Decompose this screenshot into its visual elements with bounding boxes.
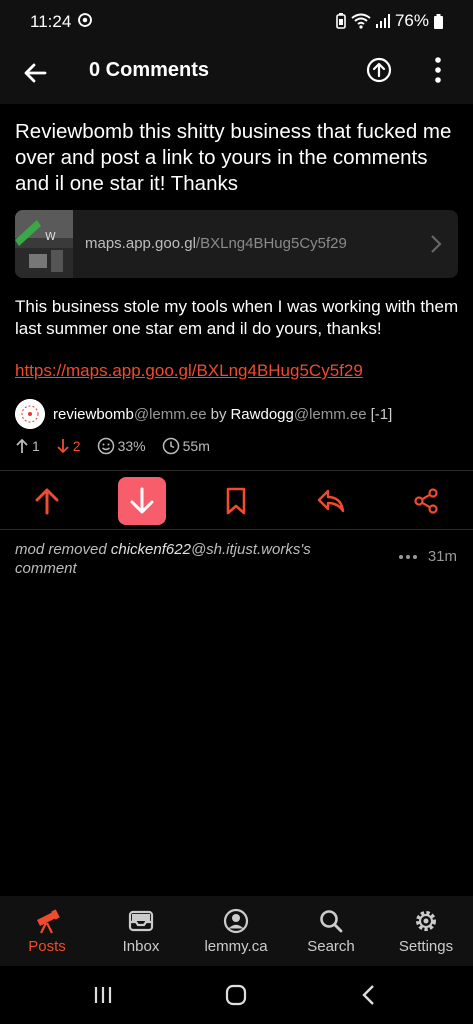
divider	[0, 529, 473, 530]
share-icon	[414, 488, 438, 514]
gear-icon	[416, 911, 436, 931]
author-instance[interactable]: @lemm.ee	[294, 406, 367, 423]
nav-label-posts: Posts	[28, 938, 66, 955]
page-title: 0 Comments	[89, 59, 210, 81]
nav-posts[interactable]: Posts	[0, 896, 94, 966]
author-score: [-1]	[370, 405, 393, 423]
removed-comment-notice: mod removed chickenf622@sh.itjust.works'…	[15, 540, 375, 578]
upvote-count: 1	[32, 438, 40, 454]
nav-inbox[interactable]: Inbox	[94, 896, 188, 966]
upload-circle-icon[interactable]	[365, 56, 393, 84]
battery-icon	[434, 13, 443, 29]
author-name[interactable]: Rawdogg	[230, 406, 293, 423]
nav-settings[interactable]: Settings	[379, 896, 473, 966]
smiley-icon	[97, 437, 114, 455]
nav-account[interactable]: lemmy.ca	[189, 896, 283, 966]
search-icon	[320, 910, 343, 933]
upvote-count-icon	[16, 438, 28, 453]
link-path: /BXLng4BHug5Cy5f29	[195, 235, 347, 252]
status-indicators: 76%	[336, 11, 443, 31]
system-back-icon[interactable]	[354, 982, 384, 1008]
reply-icon	[317, 489, 345, 513]
battery-percent: 76%	[394, 11, 429, 30]
recent-apps-icon[interactable]	[88, 982, 118, 1008]
status-bar: 11:24 76%	[0, 0, 473, 44]
removed-prefix: mod removed	[15, 541, 111, 558]
post-title: Reviewbomb this shitty business that fuc…	[15, 120, 452, 195]
system-navigation-bar	[0, 966, 473, 1024]
bookmark-icon	[226, 487, 246, 515]
post-body: This business stole my tools when I was …	[15, 297, 459, 338]
telescope-icon	[37, 909, 60, 934]
home-icon[interactable]	[221, 982, 251, 1008]
wifi-icon	[351, 13, 371, 29]
downvote-count-icon	[57, 439, 69, 454]
post-meta: reviewbomb @lemm.ee by Rawdogg @lemm.ee [-…	[15, 399, 465, 429]
nav-label-inbox: Inbox	[122, 938, 160, 955]
signal-icon	[375, 14, 390, 28]
community-name[interactable]: reviewbomb	[53, 406, 134, 423]
downvote-count: 2	[72, 438, 81, 454]
save-button[interactable]	[212, 477, 260, 525]
post-body-link[interactable]: https://maps.app.goo.gl/BXLng4BHug5Cy5f2…	[15, 361, 363, 381]
battery-saver-icon	[336, 13, 346, 29]
inbox-icon	[128, 910, 154, 932]
account-icon	[223, 908, 249, 934]
link-url: maps.app.goo.gl/BXLng4BHug5Cy5f29	[85, 235, 347, 252]
chevron-right-icon	[431, 235, 442, 253]
community-avatar[interactable]	[15, 399, 45, 429]
link-thumbnail: W	[15, 210, 73, 278]
community-instance[interactable]: @lemm.ee	[134, 406, 207, 423]
svg-text:W: W	[45, 230, 56, 243]
upvote-percent: 33%	[117, 438, 146, 454]
nav-search[interactable]: Search	[284, 896, 378, 966]
post-stats: 1 2 33% 55m	[15, 436, 210, 456]
comment-meta: 31m	[398, 548, 457, 565]
status-time: 11:24	[30, 12, 72, 31]
settings-notification-icon	[78, 13, 92, 27]
more-horizontal-icon[interactable]	[398, 554, 418, 560]
by-label: by	[210, 405, 227, 423]
upvote-button[interactable]	[23, 477, 71, 525]
top-app-bar: 0 Comments	[0, 44, 473, 104]
post-action-bar	[0, 471, 473, 529]
bottom-navigation: Posts Inbox lemmy.ca Search Settings	[0, 896, 473, 966]
nav-label-settings: Settings	[398, 938, 454, 955]
arrow-up-icon	[35, 488, 59, 515]
arrow-down-icon	[130, 487, 154, 514]
nav-label-account: lemmy.ca	[204, 938, 268, 955]
share-button[interactable]	[402, 477, 450, 525]
reply-button[interactable]	[307, 477, 355, 525]
link-domain: maps.app.goo.gl	[85, 235, 196, 252]
clock-icon	[162, 437, 179, 455]
link-preview-card[interactable]: W maps.app.goo.gl/BXLng4BHug5Cy5f29	[15, 210, 458, 278]
downvote-button[interactable]	[118, 477, 166, 525]
more-vertical-icon[interactable]	[430, 54, 446, 86]
post-age: 55m	[182, 438, 210, 454]
nav-label-search: Search	[307, 938, 355, 955]
comment-age: 31m	[427, 548, 457, 565]
comment-user[interactable]: chickenf622	[111, 541, 191, 558]
comment-instance[interactable]: @sh.itjust.works	[191, 541, 300, 558]
back-arrow-icon[interactable]	[20, 58, 50, 88]
